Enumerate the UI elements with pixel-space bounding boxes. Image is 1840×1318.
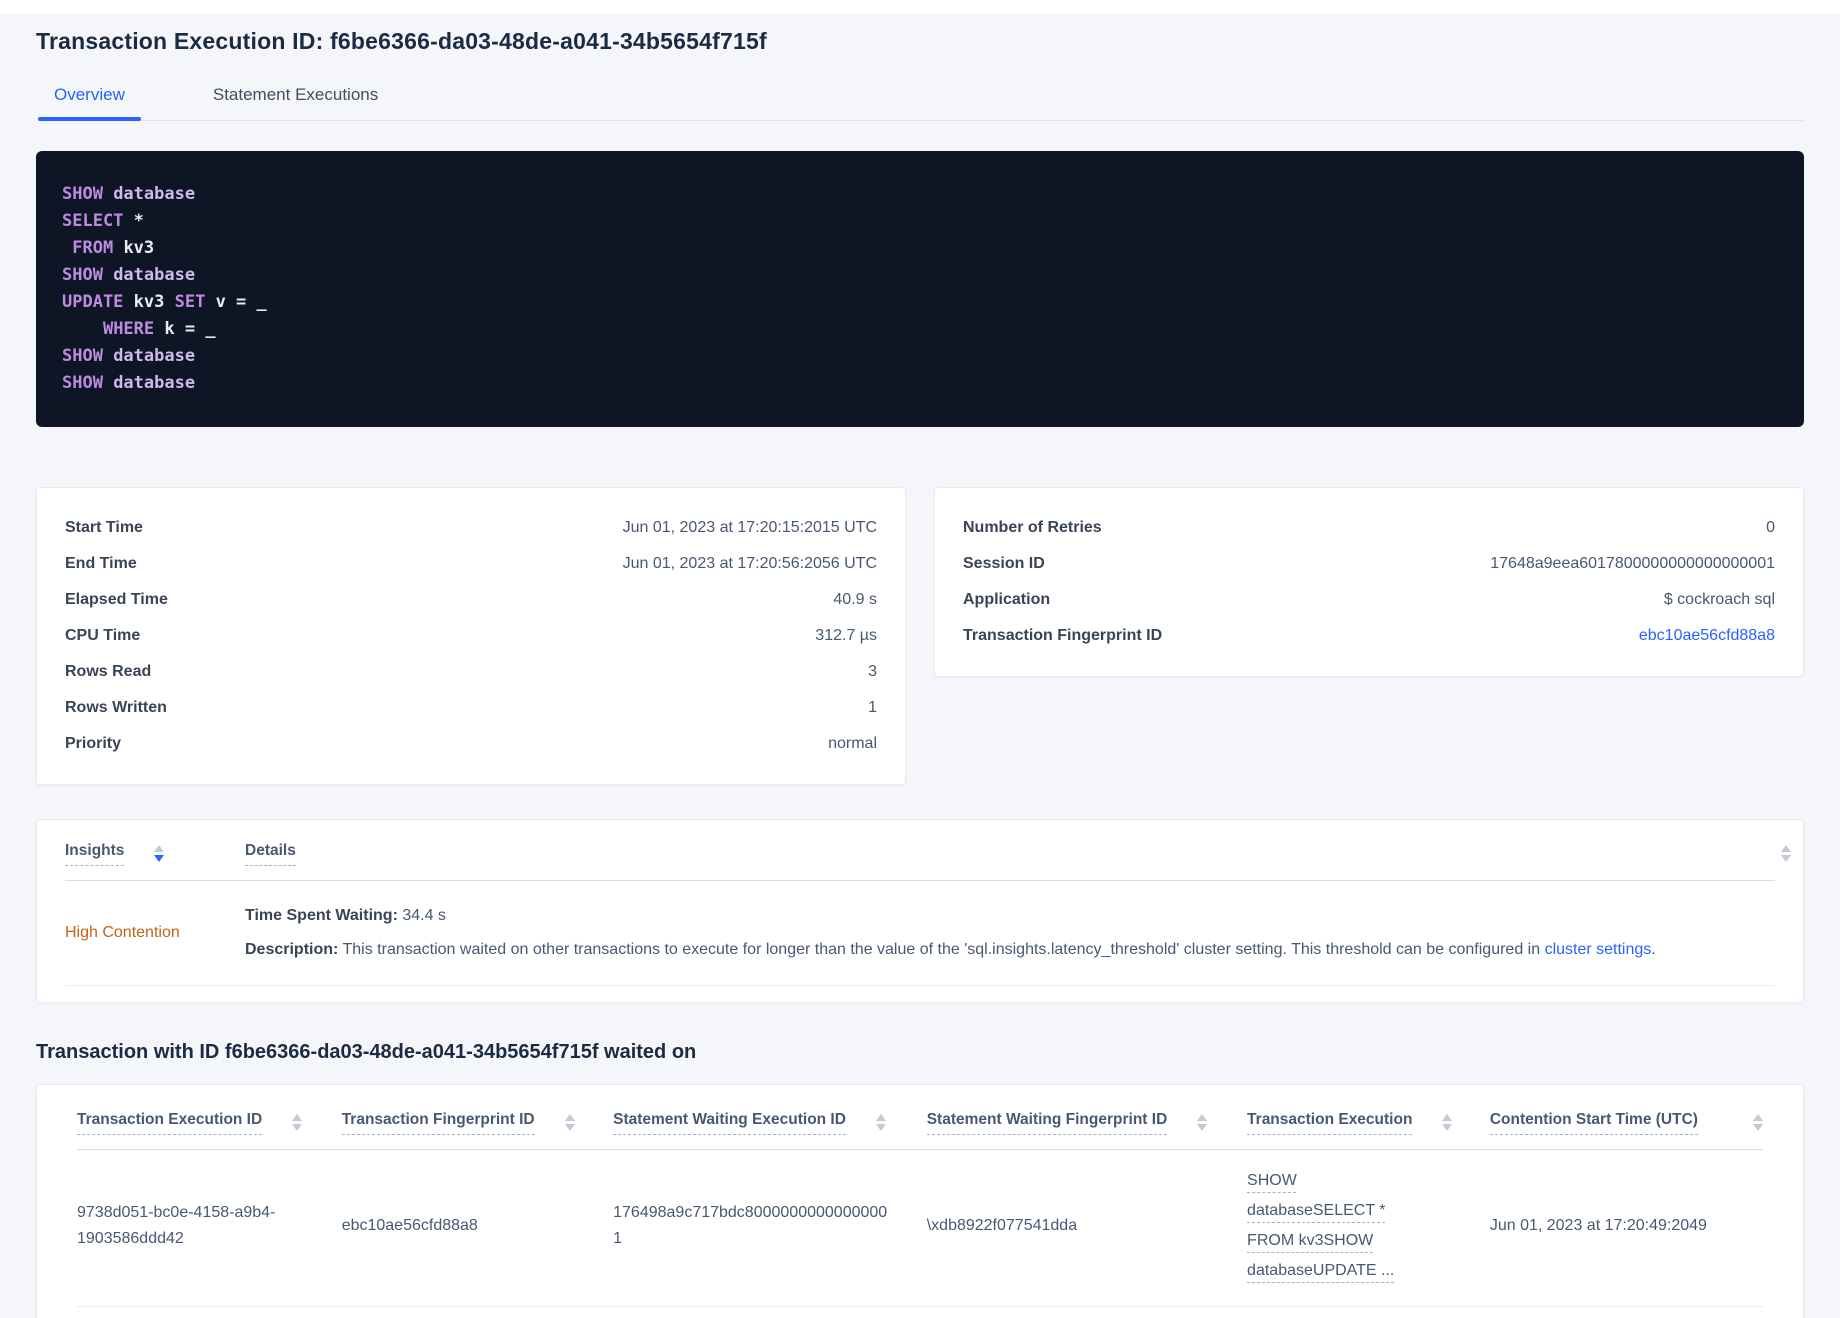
summary-row: Session ID 17648a9eea60178000000000000000… [963, 546, 1775, 582]
waited-on-table-card: Transaction Execution ID Transaction Fing… [36, 1084, 1804, 1318]
insight-type-label: High Contention [65, 924, 180, 941]
cluster-settings-link[interactable]: cluster settings [1545, 941, 1652, 958]
waited-on-table-header: Transaction Execution ID Transaction Fing… [77, 1085, 1763, 1150]
waited-on-table-row: 9738d051-bc0e-4158-a9b4-1903586ddd42 ebc1… [77, 1150, 1763, 1307]
summary-label: Session ID [963, 555, 1045, 572]
details-column-label[interactable]: Details [245, 842, 296, 866]
summary-row: Transaction Fingerprint ID ebc10ae56cfd88… [963, 618, 1775, 654]
summary-label: End Time [65, 555, 137, 572]
time-spent-waiting: Time Spent Waiting: 34.4 s [245, 907, 446, 924]
insights-table-card: Insights Details High Contention Time Sp… [36, 819, 1804, 1003]
column-header-statement-waiting-execution-id[interactable]: Statement Waiting Execution ID [613, 1111, 927, 1135]
insights-column-header[interactable]: Insights [65, 842, 245, 866]
sql-statement-box: SHOW database SELECT * FROM kv3 SHOW datab… [36, 151, 1804, 427]
column-header-label[interactable]: Contention Start Time (UTC) [1489, 1111, 1698, 1135]
sort-icon[interactable] [564, 1114, 575, 1131]
insight-details: Time Spent Waiting: 34.4 s Description: … [245, 903, 1751, 963]
summary-value: 40.9 s [833, 591, 877, 608]
summary-row: Elapsed Time 40.9 s [65, 582, 877, 618]
top-strip [0, 0, 1840, 14]
insights-column-label[interactable]: Insights [65, 842, 125, 866]
table-cell: 176498a9c717bdc80000000000000001 [613, 1204, 888, 1247]
table-sort-control[interactable] [1751, 842, 1791, 862]
summary-value: 312.7 µs [815, 627, 877, 644]
sort-icon[interactable] [292, 1114, 303, 1131]
execution-times-card: Start Time Jun 01, 2023 at 17:20:15:2015 … [36, 487, 906, 785]
summary-value: 17648a9eea6017800000000000000001 [1490, 555, 1775, 572]
summary-value: 0 [1766, 519, 1775, 536]
sql-code-line: FROM kv3 [72, 238, 155, 258]
column-header-label[interactable]: Statement Waiting Execution ID [613, 1111, 846, 1135]
table-cell: \xdb8922f077541dda [926, 1217, 1078, 1234]
sql-code-line: UPDATE kv3 SET v = _ [62, 292, 267, 312]
tab-overview[interactable]: Overview [38, 85, 141, 121]
insight-description: Description: This transaction waited on … [245, 941, 1656, 958]
column-header-label[interactable]: Transaction Execution ID [77, 1111, 263, 1135]
column-header-transaction-fingerprint-id[interactable]: Transaction Fingerprint ID [341, 1111, 613, 1135]
sort-icon[interactable] [1781, 845, 1791, 862]
column-header-label[interactable]: Statement Waiting Fingerprint ID [926, 1111, 1168, 1135]
summary-label: Start Time [65, 519, 143, 536]
summary-value: 3 [868, 663, 877, 680]
waited-on-heading: Transaction with ID f6be6366-da03-48de-a… [36, 1041, 697, 1063]
column-header-label[interactable]: Transaction Fingerprint ID [341, 1111, 535, 1135]
summary-label: Number of Retries [963, 519, 1102, 536]
summary-row: Start Time Jun 01, 2023 at 17:20:15:2015 … [65, 510, 877, 546]
summary-label: Application [963, 591, 1051, 608]
summary-label: Priority [65, 735, 122, 752]
column-header-transaction-execution[interactable]: Transaction Execution [1247, 1111, 1490, 1135]
summary-label: Elapsed Time [65, 591, 168, 608]
table-cell: ebc10ae56cfd88a8 [341, 1217, 478, 1234]
sql-code-line: SHOW database [62, 373, 196, 393]
execution-meta-card: Number of Retries 0 Session ID 17648a9eea60… [934, 487, 1804, 677]
table-cell: 9738d051-bc0e-4158-a9b4-1903586ddd42 [77, 1204, 276, 1247]
sort-icon[interactable] [154, 845, 165, 862]
summary-value: 1 [868, 699, 877, 716]
summary-value: Jun 01, 2023 at 17:20:15:2015 UTC [622, 519, 877, 536]
tab-bar: Overview Statement Executions [38, 85, 1804, 121]
sql-code-line: SHOW database [62, 265, 196, 285]
transaction-execution-link[interactable]: SHOW databaseSELECT * FROM kv3SHOW datab… [1247, 1172, 1394, 1279]
column-header-statement-waiting-fingerprint-id[interactable]: Statement Waiting Fingerprint ID [926, 1111, 1247, 1135]
page-title: Transaction Execution ID: f6be6366-da03-… [36, 28, 767, 54]
summary-value: $ cockroach sql [1663, 591, 1775, 608]
sort-icon[interactable] [1442, 1114, 1453, 1131]
summary-row: CPU Time 312.7 µs [65, 618, 877, 654]
summary-label: CPU Time [65, 627, 141, 644]
summary-value: Jun 01, 2023 at 17:20:56:2056 UTC [622, 555, 877, 572]
summary-value: normal [828, 735, 877, 752]
column-header-label[interactable]: Transaction Execution [1247, 1111, 1413, 1135]
column-header-contention-start-time-utc-[interactable]: Contention Start Time (UTC) [1489, 1111, 1763, 1135]
sql-code-line: SHOW database [62, 184, 196, 204]
column-header-transaction-execution-id[interactable]: Transaction Execution ID [77, 1111, 342, 1135]
sort-icon[interactable] [1197, 1114, 1208, 1131]
tab-statement-executions[interactable]: Statement Executions [213, 85, 378, 120]
details-column-header[interactable]: Details [245, 842, 1751, 866]
sort-icon[interactable] [875, 1114, 886, 1131]
transaction-execution-page: Transaction Execution ID: f6be6366-da03-… [0, 14, 1840, 1318]
summary-label: Rows Written [65, 699, 167, 716]
sql-code-line: WHERE k = _ [102, 319, 216, 339]
sort-icon[interactable] [1753, 1114, 1763, 1131]
table-cell: Jun 01, 2023 at 17:20:49:2049 [1489, 1217, 1707, 1234]
sql-code-line: SELECT * [62, 211, 144, 231]
summary-row: Rows Read 3 [65, 654, 877, 690]
summary-cards-row: Start Time Jun 01, 2023 at 17:20:15:2015 … [36, 487, 1804, 785]
summary-row: Priority normal [65, 726, 877, 762]
summary-row: Rows Written 1 [65, 690, 877, 726]
summary-row: End Time Jun 01, 2023 at 17:20:56:2056 UT… [65, 546, 877, 582]
transaction-execution-cell: SHOW databaseSELECT * FROM kv3SHOW datab… [1247, 1166, 1452, 1286]
summary-row: Application $ cockroach sql [963, 582, 1775, 618]
sql-code-line: SHOW database [62, 346, 196, 366]
summary-row: Number of Retries 0 [963, 510, 1775, 546]
insight-row: High Contention Time Spent Waiting: 34.4… [65, 881, 1775, 986]
summary-label: Rows Read [65, 663, 152, 680]
insights-table-header: Insights Details [65, 820, 1791, 881]
summary-label: Transaction Fingerprint ID [963, 627, 1163, 644]
summary-value-link[interactable]: ebc10ae56cfd88a8 [1639, 627, 1775, 645]
